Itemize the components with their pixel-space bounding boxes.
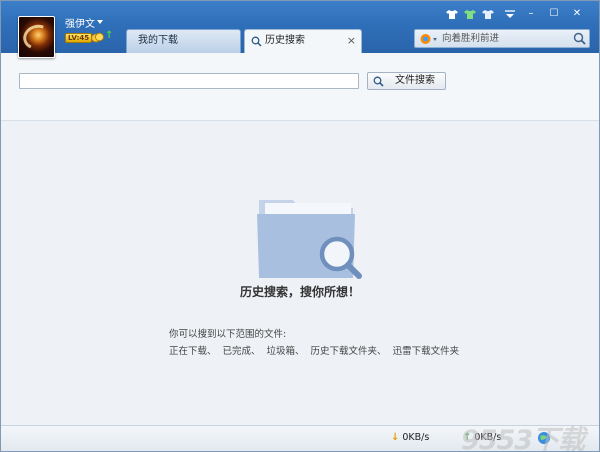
app-window: 强伊文 LV:45 ↑ 我的下载 历史搜索 × – ☐ ✕ 向着胜利前进 文件搜… [0, 0, 600, 452]
maximize-button[interactable]: ☐ [547, 7, 561, 21]
watermark: 9553下载 [461, 425, 585, 452]
menu-icon[interactable] [504, 10, 516, 19]
search-engine-icon[interactable] [419, 33, 432, 45]
search-icon [373, 76, 384, 87]
hint-intro: 你可以搜到以下范围的文件: [169, 329, 287, 340]
file-search-input[interactable] [19, 73, 359, 89]
tab-label: 我的下载 [138, 35, 178, 46]
global-search-box[interactable]: 向着胜利前进 [414, 29, 590, 48]
username[interactable]: 强伊文 [65, 15, 95, 30]
chevron-down-icon[interactable] [433, 38, 437, 41]
tab-history-search[interactable]: 历史搜索 × [244, 29, 362, 53]
level-badge[interactable]: LV:45 [65, 33, 93, 43]
close-button[interactable]: ✕ [570, 7, 584, 21]
coin-icon[interactable] [91, 32, 104, 43]
file-search-label: 文件搜索 [395, 75, 435, 86]
close-tab-icon[interactable]: × [347, 30, 356, 52]
tab-my-downloads[interactable]: 我的下载 [126, 29, 241, 53]
upgrade-arrow-icon: ↑ [105, 30, 114, 41]
title-bar: 强伊文 LV:45 ↑ 我的下载 历史搜索 × – ☐ ✕ 向着胜利前进 [1, 1, 599, 58]
download-speed: ↓ 0KB/s [391, 432, 429, 443]
download-speed-value: 0KB/s [402, 432, 430, 443]
hint-scope-list: 正在下载、 已完成、 垃圾箱、 历史下载文件夹、 迅雷下载文件夹 [169, 346, 460, 357]
file-search-button[interactable]: 文件搜索 [367, 72, 446, 90]
search-icon[interactable] [573, 32, 586, 45]
tshirt-skin-icon[interactable] [446, 9, 458, 20]
tshirt-skin-green-icon[interactable] [464, 9, 476, 20]
minimize-button[interactable]: – [524, 7, 538, 21]
download-arrow-icon: ↓ [391, 432, 400, 443]
tab-label: 历史搜索 [265, 35, 305, 46]
chevron-down-icon[interactable] [97, 20, 103, 24]
global-search-placeholder[interactable]: 向着胜利前进 [442, 30, 499, 47]
search-icon [251, 36, 262, 47]
folder-search-icon [257, 200, 362, 279]
user-avatar[interactable] [18, 16, 55, 58]
empty-state-title: 历史搜索，搜你所想！ [239, 285, 360, 299]
tshirt-skin-white-icon[interactable] [482, 9, 494, 20]
